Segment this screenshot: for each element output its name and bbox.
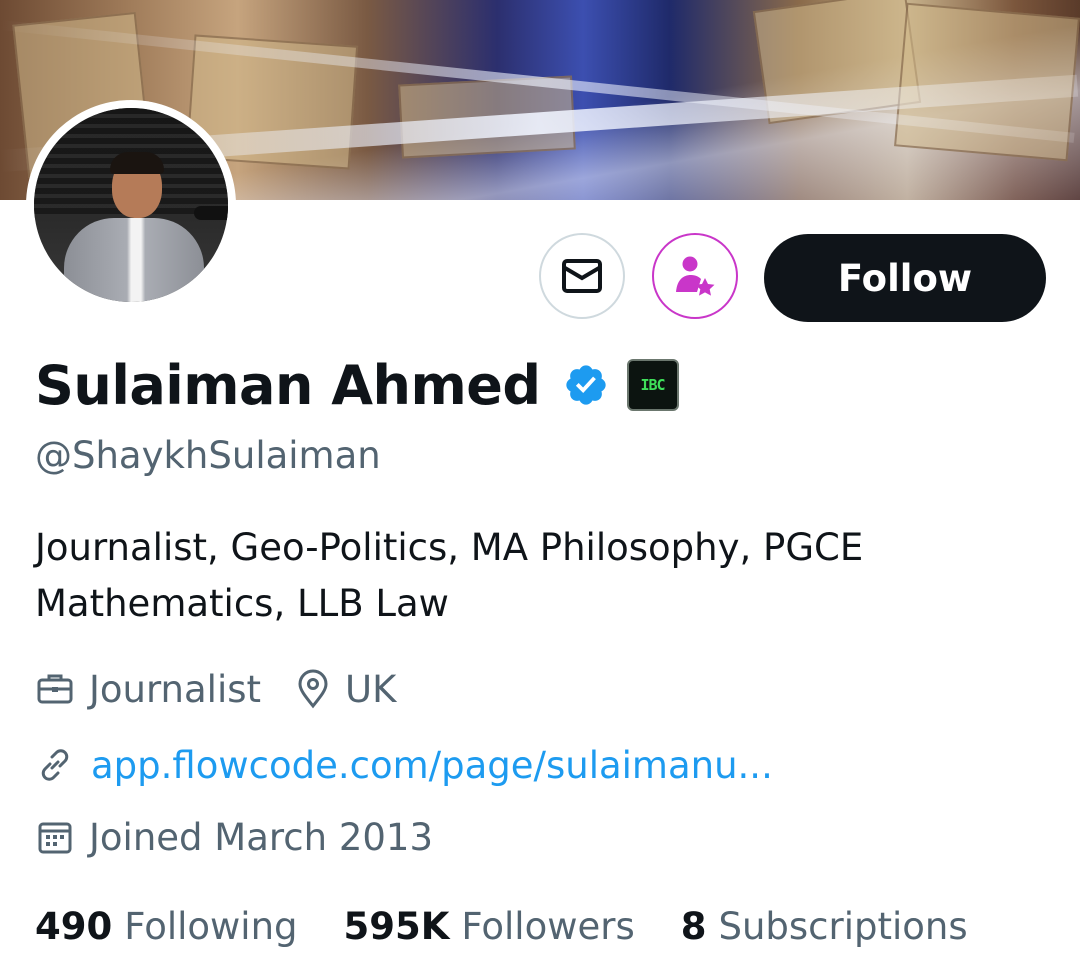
profile-handle: @ShaykhSulaiman bbox=[35, 434, 381, 477]
location-pin-icon bbox=[298, 669, 328, 709]
subscriptions-stat[interactable]: 8 Subscriptions bbox=[681, 905, 968, 948]
briefcase-icon bbox=[37, 674, 73, 704]
website-link[interactable]: app.flowcode.com/page/sulaimanu... bbox=[91, 744, 773, 787]
verified-badge-icon[interactable] bbox=[563, 362, 609, 408]
website-row[interactable]: app.flowcode.com/page/sulaimanu... bbox=[35, 740, 773, 790]
followers-label: Followers bbox=[461, 904, 635, 948]
subscribe-button[interactable] bbox=[652, 233, 738, 319]
joined-date: Joined March 2013 bbox=[89, 815, 434, 859]
followers-stat[interactable]: 595K Followers bbox=[344, 905, 635, 948]
display-name: Sulaiman Ahmed bbox=[35, 353, 541, 417]
envelope-icon bbox=[562, 259, 602, 293]
profile-bio: Journalist, Geo-Politics, MA Philosophy,… bbox=[35, 526, 864, 625]
message-button[interactable] bbox=[539, 233, 625, 319]
follow-button[interactable]: Follow bbox=[764, 234, 1046, 322]
subscribe-person-star-icon bbox=[676, 256, 715, 296]
avatar-photo bbox=[34, 108, 228, 302]
profile-stats: 490 Following 595K Followers 8 Subscript… bbox=[35, 898, 968, 954]
affiliation-badge-text: IBC bbox=[640, 376, 665, 394]
following-count: 490 bbox=[35, 904, 113, 948]
location-text: UK bbox=[345, 667, 397, 711]
calendar-icon bbox=[38, 822, 72, 854]
following-label: Following bbox=[124, 904, 298, 948]
profile-meta-row: Journalist UK bbox=[35, 664, 396, 714]
name-row: Sulaiman Ahmed IBC bbox=[35, 345, 679, 425]
subscriptions-count: 8 bbox=[680, 904, 707, 948]
profession-text: Journalist bbox=[89, 667, 262, 711]
subscriptions-label: Subscriptions bbox=[718, 904, 968, 948]
joined-row: Joined March 2013 bbox=[35, 812, 433, 862]
follow-button-label: Follow bbox=[837, 256, 973, 300]
following-stat[interactable]: 490 Following bbox=[35, 905, 298, 948]
followers-count: 595K bbox=[343, 904, 450, 948]
affiliation-badge[interactable]: IBC bbox=[626, 359, 679, 411]
link-icon bbox=[41, 749, 69, 781]
profile-avatar[interactable] bbox=[26, 100, 236, 310]
